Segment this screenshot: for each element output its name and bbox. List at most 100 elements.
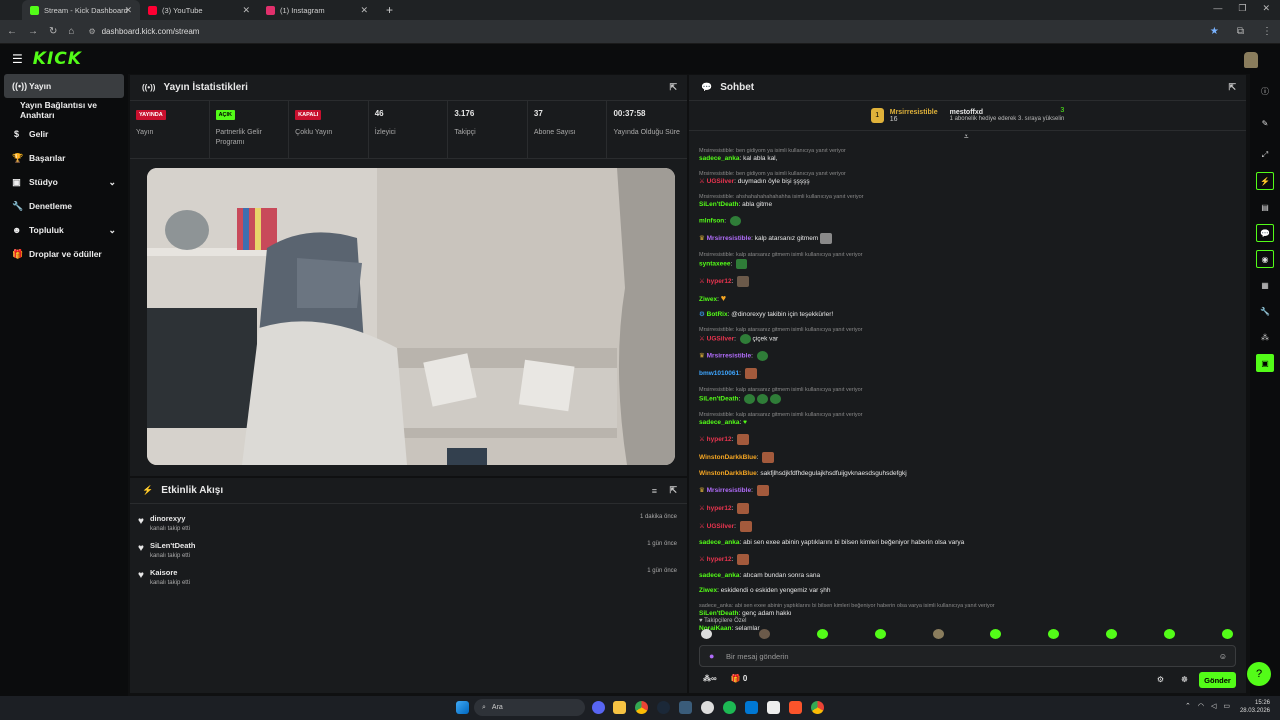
- sidebar-item-studyo[interactable]: ▣ Stüdyo ⌄: [0, 170, 128, 194]
- emote-icon[interactable]: [932, 629, 944, 639]
- event-username[interactable]: Kaisore: [150, 568, 190, 577]
- tab-youtube[interactable]: (3) YouTube ✕: [140, 0, 258, 20]
- emote-icon[interactable]: [1164, 629, 1175, 639]
- chat-username[interactable]: sadece_anka: [699, 539, 739, 546]
- collapse-icon[interactable]: ⩡: [964, 132, 969, 142]
- file-explorer-icon[interactable]: [613, 701, 626, 714]
- edit-icon[interactable]: ✎: [1256, 114, 1274, 132]
- emote-icon[interactable]: [758, 629, 770, 639]
- emote-icon[interactable]: [874, 629, 886, 639]
- chat-username[interactable]: WinstonDarkkBlue: [699, 470, 757, 477]
- back-icon[interactable]: ←: [7, 26, 17, 37]
- sidebar-item-gelir[interactable]: $ Gelir: [0, 122, 128, 146]
- chat-username[interactable]: mlnfson: [699, 218, 724, 225]
- sidebar-item-topluluk[interactable]: ☻ Topluluk ⌄: [0, 218, 128, 242]
- close-tab-icon[interactable]: ✕: [360, 5, 368, 16]
- chat-username[interactable]: syntaxeee: [699, 261, 730, 268]
- github-icon[interactable]: [701, 701, 714, 714]
- chat-username[interactable]: BotRix: [707, 311, 728, 318]
- top-gifter-name[interactable]: Mrsirresistible: [890, 109, 938, 116]
- notion-icon[interactable]: [767, 701, 780, 714]
- url-field[interactable]: ⚙ dashboard.kick.com/stream: [88, 22, 1219, 41]
- discord-icon[interactable]: [592, 701, 605, 714]
- chat-username[interactable]: sadece_anka: [699, 155, 739, 162]
- vscode-icon[interactable]: [745, 701, 758, 714]
- popout-icon[interactable]: ⇱: [669, 485, 677, 496]
- user-avatar[interactable]: [1244, 52, 1258, 68]
- chat-username[interactable]: sadece_anka: [699, 419, 739, 426]
- tray-chevron-icon[interactable]: ⌃: [1185, 702, 1191, 710]
- gifter-name[interactable]: mestoffxd: [950, 109, 1065, 116]
- chat-username[interactable]: UGSilver: [707, 336, 734, 343]
- lightning-toggle-icon[interactable]: ⚡: [1256, 172, 1274, 190]
- info-icon[interactable]: ⓘ: [1256, 82, 1274, 100]
- chat-username[interactable]: UGSilver: [707, 523, 734, 530]
- chat-username[interactable]: Mrsirresistible: [707, 235, 751, 242]
- close-tab-icon[interactable]: ✕: [242, 5, 250, 16]
- chat-username[interactable]: SiLen'tDeath: [699, 201, 738, 208]
- broadcast-toggle-icon[interactable]: ◉: [1256, 250, 1274, 268]
- chat-username[interactable]: WinstonDarkkBlue: [699, 454, 757, 461]
- emoji-icon[interactable]: ☺: [1219, 652, 1227, 661]
- volume-icon[interactable]: ◁: [1211, 702, 1216, 710]
- chat-toggle-icon[interactable]: 💬: [1256, 224, 1274, 242]
- chat-username[interactable]: Ziwex: [699, 587, 717, 594]
- tab-instagram[interactable]: (1) Instagram ✕: [258, 0, 376, 20]
- chrome-icon[interactable]: [635, 701, 648, 714]
- share-icon[interactable]: ⁂: [1256, 328, 1274, 346]
- emote-icon[interactable]: [816, 629, 828, 639]
- chevron-down-icon[interactable]: ⌄: [108, 225, 116, 236]
- tab-kick-dashboard[interactable]: Stream - Kick Dashboard ✕: [22, 0, 140, 20]
- wifi-icon[interactable]: ◠: [1198, 702, 1204, 710]
- chevron-down-icon[interactable]: ⌄: [108, 177, 116, 188]
- reload-icon[interactable]: ↻: [49, 26, 57, 37]
- settings-icon[interactable]: ⚙: [1157, 675, 1164, 684]
- sidebar-item-denetleme[interactable]: 🔧 Denetleme: [0, 194, 128, 218]
- emote-icon[interactable]: [1106, 629, 1118, 639]
- sidebar-item-droplar[interactable]: 🎁 Droplar ve ödüller: [0, 242, 128, 266]
- event-username[interactable]: SiLen'tDeath: [150, 541, 196, 550]
- minimize-icon[interactable]: —: [1213, 3, 1222, 14]
- popout-icon[interactable]: ⇱: [1228, 82, 1236, 93]
- fullscreen-icon[interactable]: ⤢: [1256, 146, 1274, 164]
- wrench-icon[interactable]: 🔧: [1256, 302, 1274, 320]
- windows-start-icon[interactable]: [456, 701, 469, 714]
- help-button[interactable]: ?: [1247, 662, 1271, 686]
- extensions-icon[interactable]: ⧉: [1237, 26, 1244, 37]
- chat-username[interactable]: Mrsirresistible: [707, 353, 751, 360]
- maximize-icon[interactable]: ❐: [1238, 3, 1246, 14]
- taskbar-search[interactable]: ⌕ Ara: [474, 699, 585, 716]
- chat-username[interactable]: bmw1010061: [699, 370, 739, 377]
- menu-dots-icon[interactable]: ⋮: [1262, 26, 1272, 37]
- clipboard-icon[interactable]: ▤: [1256, 198, 1274, 216]
- kick-logo[interactable]: KICK: [33, 49, 82, 69]
- chat-username[interactable]: hyper12: [707, 505, 732, 512]
- chat-username[interactable]: hyper12: [707, 278, 732, 285]
- chrome-active-icon[interactable]: [811, 701, 824, 714]
- site-info-icon[interactable]: ⚙: [88, 27, 95, 36]
- chat-username[interactable]: sadece_anka: [699, 572, 739, 579]
- forward-icon[interactable]: →: [28, 26, 38, 37]
- send-button[interactable]: Gönder: [1199, 672, 1236, 688]
- taskbar-clock[interactable]: 15:26 28.03.2026: [1240, 699, 1270, 715]
- sidebar-item-stream-key[interactable]: Yayın Bağlantısı ve Anahtarı: [0, 98, 128, 122]
- stream-preview-video[interactable]: [147, 168, 675, 465]
- emote-icon[interactable]: [990, 629, 1002, 639]
- battery-icon[interactable]: ▭: [1223, 702, 1230, 710]
- layout-icon[interactable]: ▦: [1256, 276, 1274, 294]
- new-tab-button[interactable]: +: [386, 3, 393, 17]
- chat-username[interactable]: Mrsirresistible: [707, 487, 751, 494]
- chat-username[interactable]: Ziwex: [699, 296, 717, 303]
- app-icon[interactable]: [679, 701, 692, 714]
- points-display[interactable]: ⁂∞: [703, 674, 717, 683]
- microphone-icon[interactable]: ●: [709, 651, 714, 661]
- emote-icon[interactable]: [1221, 629, 1233, 639]
- users-icon[interactable]: ☸: [1181, 675, 1188, 684]
- event-username[interactable]: dinorexyy: [150, 514, 190, 523]
- home-icon[interactable]: ⌂: [68, 26, 74, 37]
- sidebar-item-yayin[interactable]: ((•)) Yayın: [4, 74, 124, 98]
- spotify-icon[interactable]: [723, 701, 736, 714]
- bookmark-star-icon[interactable]: ★: [1210, 26, 1219, 37]
- emote-icon[interactable]: [1048, 629, 1060, 639]
- hamburger-menu-icon[interactable]: ☰: [12, 52, 23, 66]
